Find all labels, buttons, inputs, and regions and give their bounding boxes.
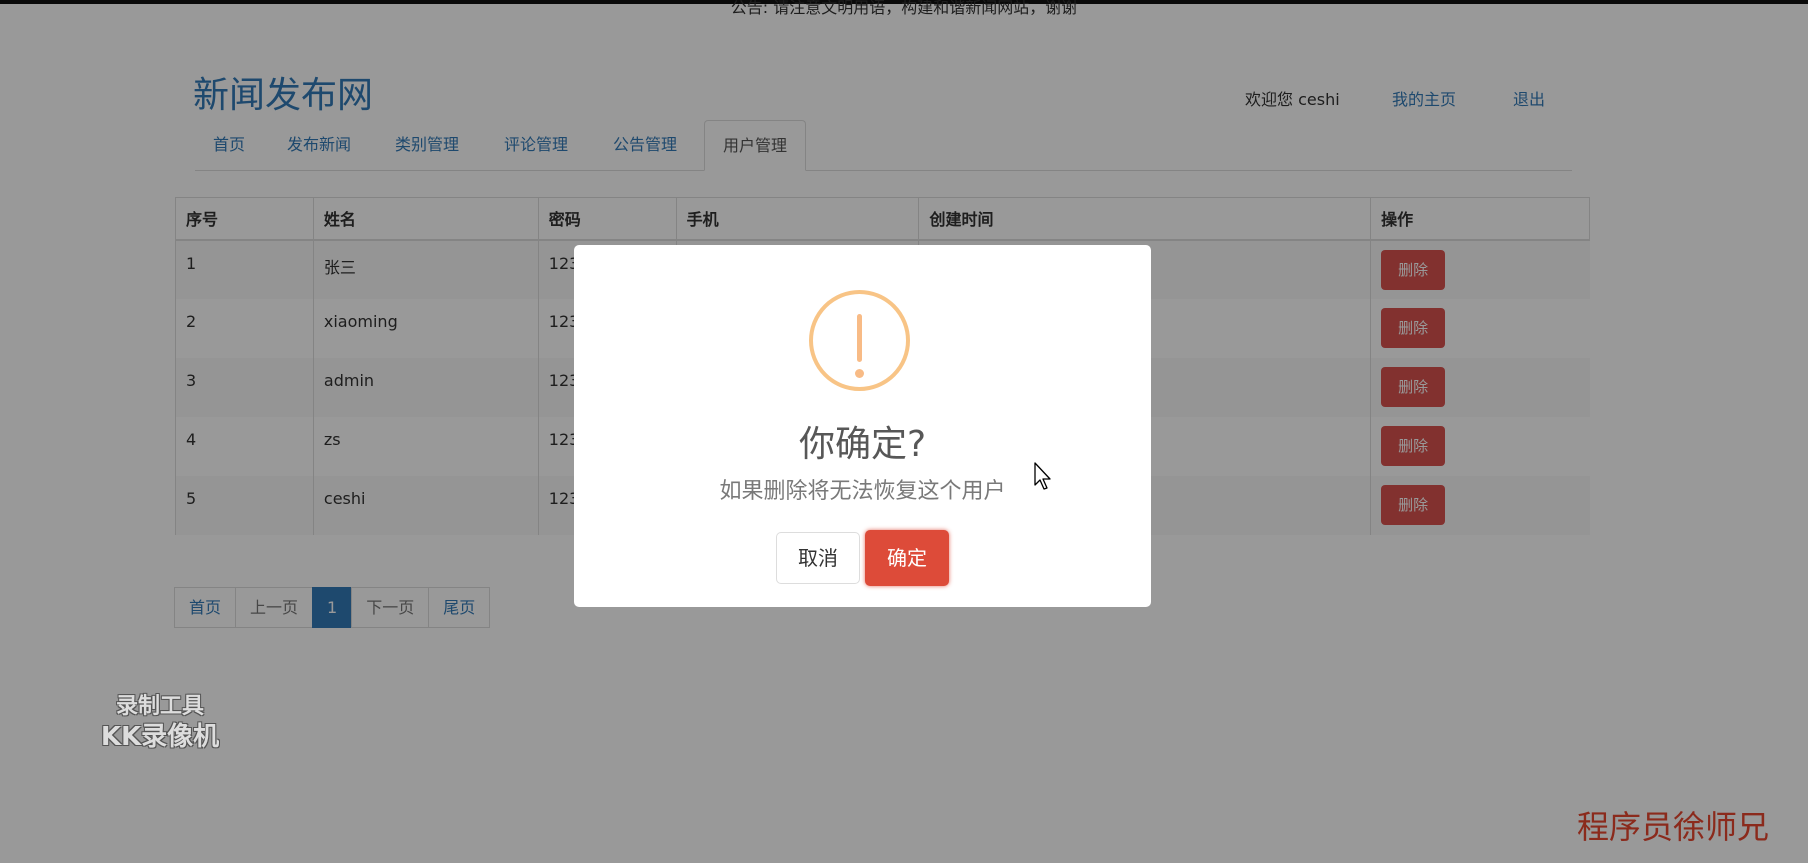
confirm-button[interactable]: 确定 (865, 530, 949, 586)
warning-icon-bar (857, 314, 862, 362)
warning-icon (809, 290, 910, 391)
recorder-watermark-line2: KK录像机 (100, 722, 220, 752)
mouse-cursor-icon (1034, 462, 1051, 490)
confirm-dialog: 你确定? 如果删除将无法恢复这个用户 取消 确定 (574, 245, 1151, 607)
page: 公告: 请注意文明用语，构建和谐新闻网站，谢谢 新闻发布网 欢迎您 ceshi … (0, 0, 1808, 863)
recorder-watermark-line1: 录制工具 (115, 694, 204, 719)
dialog-title: 你确定? (798, 424, 927, 465)
recorder-watermark: 录制工具 KK录像机 (85, 693, 235, 753)
cancel-button[interactable]: 取消 (776, 532, 860, 584)
author-watermark: 程序员徐师兄 (1577, 808, 1770, 846)
dialog-message: 如果删除将无法恢复这个用户 (719, 479, 1006, 504)
warning-icon-dot (855, 369, 864, 378)
